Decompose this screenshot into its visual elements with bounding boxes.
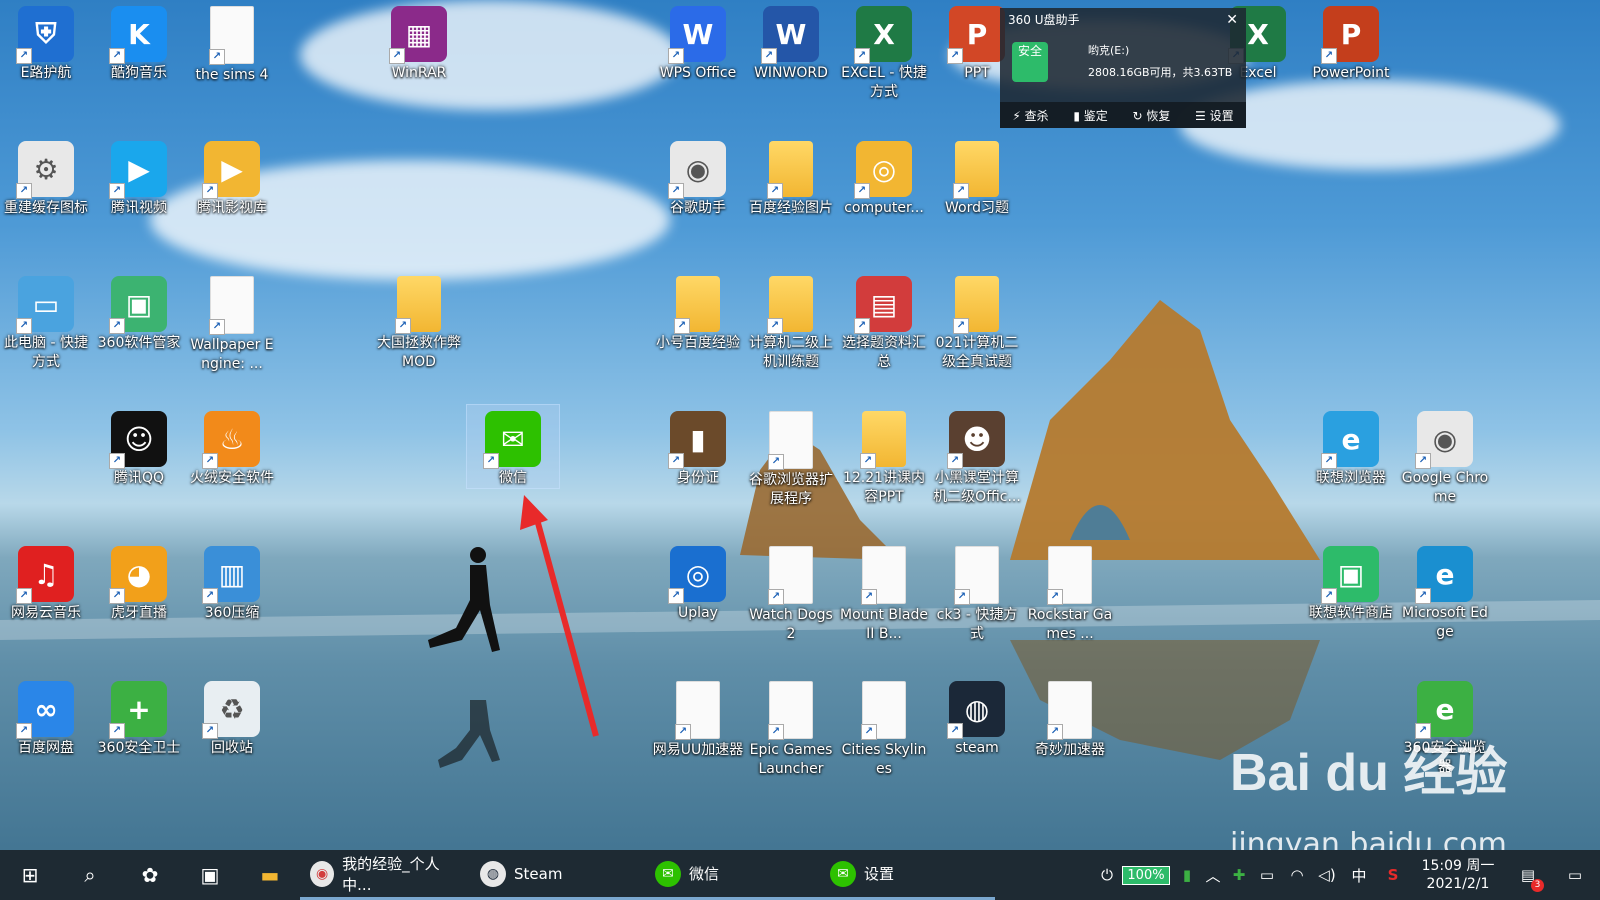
drive-icon: 安全 [1012, 42, 1048, 82]
wechat-icon: ✉ [655, 860, 681, 887]
power-icon[interactable]: ⏻ [1096, 850, 1118, 900]
wechat-icon: ✉ [830, 860, 856, 887]
action-scan-label: 查杀 [1024, 108, 1049, 123]
ime-label: 中 [1351, 866, 1367, 885]
battery-icon[interactable]: ▮ [1174, 850, 1200, 900]
action-identify[interactable]: ▮ 鉴定 [1073, 107, 1107, 124]
battery-indicator[interactable]: 100% [1118, 850, 1174, 900]
action-center-icon[interactable]: ▭ [1550, 850, 1600, 900]
action-scan[interactable]: ⚡ 查杀 [1012, 107, 1048, 124]
popup-close-icon[interactable]: ✕ [1226, 12, 1238, 28]
windows-icon: ⊞ [21, 863, 39, 887]
safe-badge: 安全 [1017, 44, 1042, 58]
usb-drive-icon[interactable]: ▭ [1252, 850, 1282, 900]
clock[interactable]: 15:09 周一 2021/2/1 [1410, 850, 1506, 900]
taskbar-app-label: 设置 [864, 865, 895, 883]
search-button[interactable]: ⌕ [60, 850, 120, 900]
taskbar-app-wechat[interactable]: ✉ 微信 [645, 850, 820, 900]
taskview-button[interactable]: ✿ [120, 850, 180, 900]
chrome-icon: ◉ [310, 860, 335, 887]
taskbar-app-settings[interactable]: ✉ 设置 [820, 850, 995, 900]
notification-count: 3 [1531, 879, 1544, 892]
drive-name: 哟克(E:) [1088, 44, 1130, 57]
drive-capacity: 2808.16GB可用，共3.63TB [1088, 66, 1233, 79]
taskbar-app-label: 微信 [689, 865, 720, 883]
taskbar: ⊞ ⌕ ✿ ▣ ▬ ◉ 我的经验_个人中... ◍ Steam ✉ 微信 ✉ 设… [0, 850, 1600, 900]
notes-icon[interactable]: ▤ 3 [1506, 850, 1550, 900]
wifi-icon[interactable]: ◠ [1282, 850, 1312, 900]
taskbar-app-label: 我的经验_个人中... [342, 854, 440, 894]
explorer-button[interactable]: ▬ [240, 850, 300, 900]
taskbar-app-label: Steam [514, 864, 563, 883]
usb-helper-popup: 360 U盘助手 ✕ 安全 哟克(E:) 2808.16GB可用，共3.63TB… [1000, 8, 1246, 128]
search-icon: ⌕ [84, 863, 96, 887]
baidu-watermark: Bai du 经验 jingyan.baidu.com [1230, 730, 1530, 862]
store-button[interactable]: ▣ [180, 850, 240, 900]
steam-icon: ◍ [480, 860, 506, 887]
taskbar-app-chrome[interactable]: ◉ 我的经验_个人中... [300, 850, 470, 900]
folder-icon: ▬ [260, 863, 280, 887]
action-settings[interactable]: ☰ 设置 [1195, 107, 1234, 124]
taskview-icon: ✿ [141, 863, 159, 887]
tray-360-icon[interactable]: ✚ [1226, 850, 1252, 900]
popup-title: 360 U盘助手 [1008, 13, 1080, 27]
clock-date: 2021/2/1 [1426, 876, 1490, 892]
battery-level: 100% [1122, 865, 1170, 885]
action-restore-label: 恢复 [1146, 108, 1171, 123]
chevron-up-icon[interactable]: ︿ [1200, 850, 1226, 900]
sogou-icon[interactable]: S [1376, 850, 1410, 900]
action-restore[interactable]: ↻ 恢复 [1132, 107, 1170, 124]
watermark-brand: Bai du 经验 [1230, 744, 1508, 802]
volume-icon[interactable]: ◁) [1312, 850, 1342, 900]
action-identify-label: 鉴定 [1083, 108, 1108, 123]
ime-indicator[interactable]: 中 [1342, 850, 1376, 900]
action-settings-label: 设置 [1209, 108, 1234, 123]
store-icon: ▣ [200, 863, 220, 887]
popup-action-bar: ⚡ 查杀 ▮ 鉴定 ↻ 恢复 ☰ 设置 [1000, 102, 1246, 128]
taskbar-app-steam[interactable]: ◍ Steam [470, 850, 645, 900]
clock-time: 15:09 周一 [1421, 858, 1495, 874]
start-button[interactable]: ⊞ [0, 850, 60, 900]
